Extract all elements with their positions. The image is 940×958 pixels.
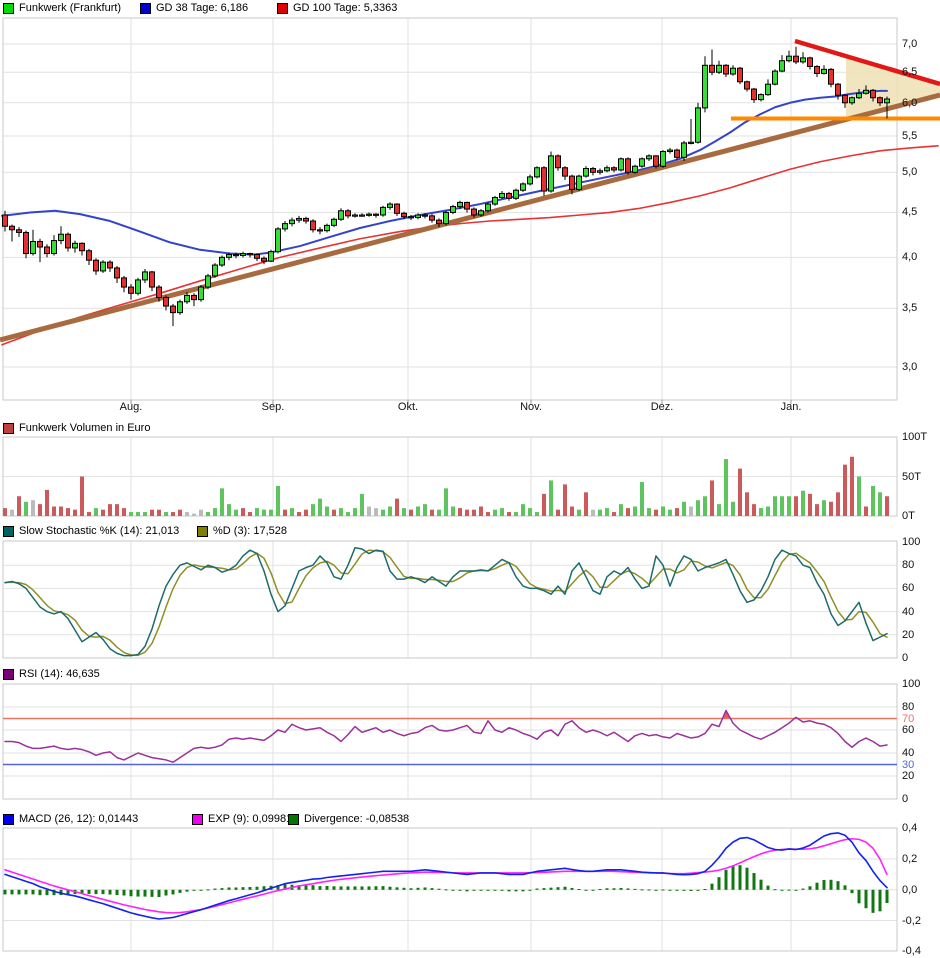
rsi-axis-tick: 80: [902, 701, 914, 713]
stochastic-axis-tick: 80: [902, 559, 914, 571]
stochastic-axis-tick: 100: [902, 536, 920, 548]
price-axis-tick: 6,0: [902, 97, 917, 109]
rsi-axis-tick: 20: [902, 770, 914, 782]
price-axis-tick: 7,0: [902, 38, 917, 50]
month-axis-label: Nov.: [520, 401, 542, 413]
rsi-axis-tick: 30: [902, 759, 914, 771]
month-axis-label: Sep.: [262, 401, 285, 413]
charts-canvas[interactable]: [0, 0, 940, 958]
rsi-axis-tick: 0: [902, 793, 908, 805]
volume-axis-tick: 0T: [902, 510, 915, 522]
macd-axis-tick: 0,4: [902, 822, 917, 834]
rsi-axis-tick: 60: [902, 724, 914, 736]
price-axis-tick: 5,5: [902, 130, 917, 142]
stochastic-axis-tick: 40: [902, 606, 914, 618]
rsi-axis-tick: 40: [902, 747, 914, 759]
volume-axis-tick: 50T: [902, 471, 921, 483]
rsi-axis-tick: 100: [902, 678, 920, 690]
price-axis-tick: 5,0: [902, 166, 917, 178]
macd-axis-tick: 0,2: [902, 853, 917, 865]
month-axis-label: Aug.: [120, 401, 143, 413]
macd-axis-tick: -0,2: [902, 915, 921, 927]
macd-axis-tick: 0,0: [902, 884, 917, 896]
macd-axis-tick: -0,4: [902, 945, 921, 957]
stock-chart-page: Funkwerk (Frankfurt) GD 38 Tage: 6,186 G…: [0, 0, 940, 958]
price-axis-tick: 6,5: [902, 66, 917, 78]
month-axis-label: Okt.: [398, 401, 418, 413]
price-axis-tick: 4,0: [902, 251, 917, 263]
stochastic-axis-tick: 60: [902, 582, 914, 594]
price-axis-tick: 3,0: [902, 361, 917, 373]
stochastic-axis-tick: 0: [902, 652, 908, 664]
price-axis-tick: 3,5: [902, 302, 917, 314]
volume-axis-tick: 100T: [902, 431, 927, 443]
month-axis-label: Dez.: [651, 401, 674, 413]
stochastic-axis-tick: 20: [902, 629, 914, 641]
price-axis-tick: 4,5: [902, 206, 917, 218]
month-axis-label: Jan.: [781, 401, 802, 413]
rsi-axis-tick: 70: [902, 713, 914, 725]
